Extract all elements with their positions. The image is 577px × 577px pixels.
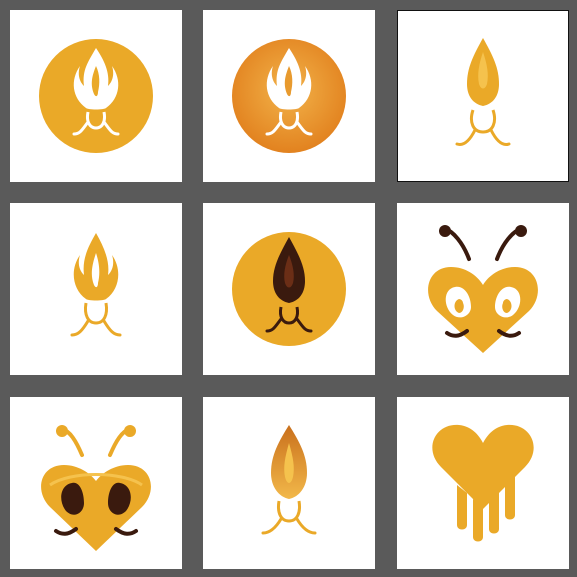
dripping-heart-icon (432, 424, 534, 542)
icon-tile-3[interactable] (397, 10, 569, 182)
icon-tile-1[interactable] (10, 10, 182, 182)
flame-icon (455, 38, 511, 146)
flame-icon (39, 39, 153, 153)
icon-tile-4[interactable] (10, 203, 182, 375)
bee-heart-icon (428, 225, 538, 353)
icon-tile-8[interactable] (203, 397, 375, 569)
flame-icon (232, 39, 346, 153)
flame-icon (70, 233, 122, 337)
flame-icon (232, 232, 346, 346)
icon-tile-2[interactable] (203, 10, 375, 182)
icon-gallery-board (0, 0, 577, 577)
icon-tile-6[interactable] (397, 203, 569, 375)
flame-icon (261, 425, 317, 535)
icon-tile-5[interactable] (203, 203, 375, 375)
icon-tile-9[interactable] (397, 397, 569, 569)
icon-tile-7[interactable] (10, 397, 182, 569)
bee-heart-icon (41, 425, 151, 551)
